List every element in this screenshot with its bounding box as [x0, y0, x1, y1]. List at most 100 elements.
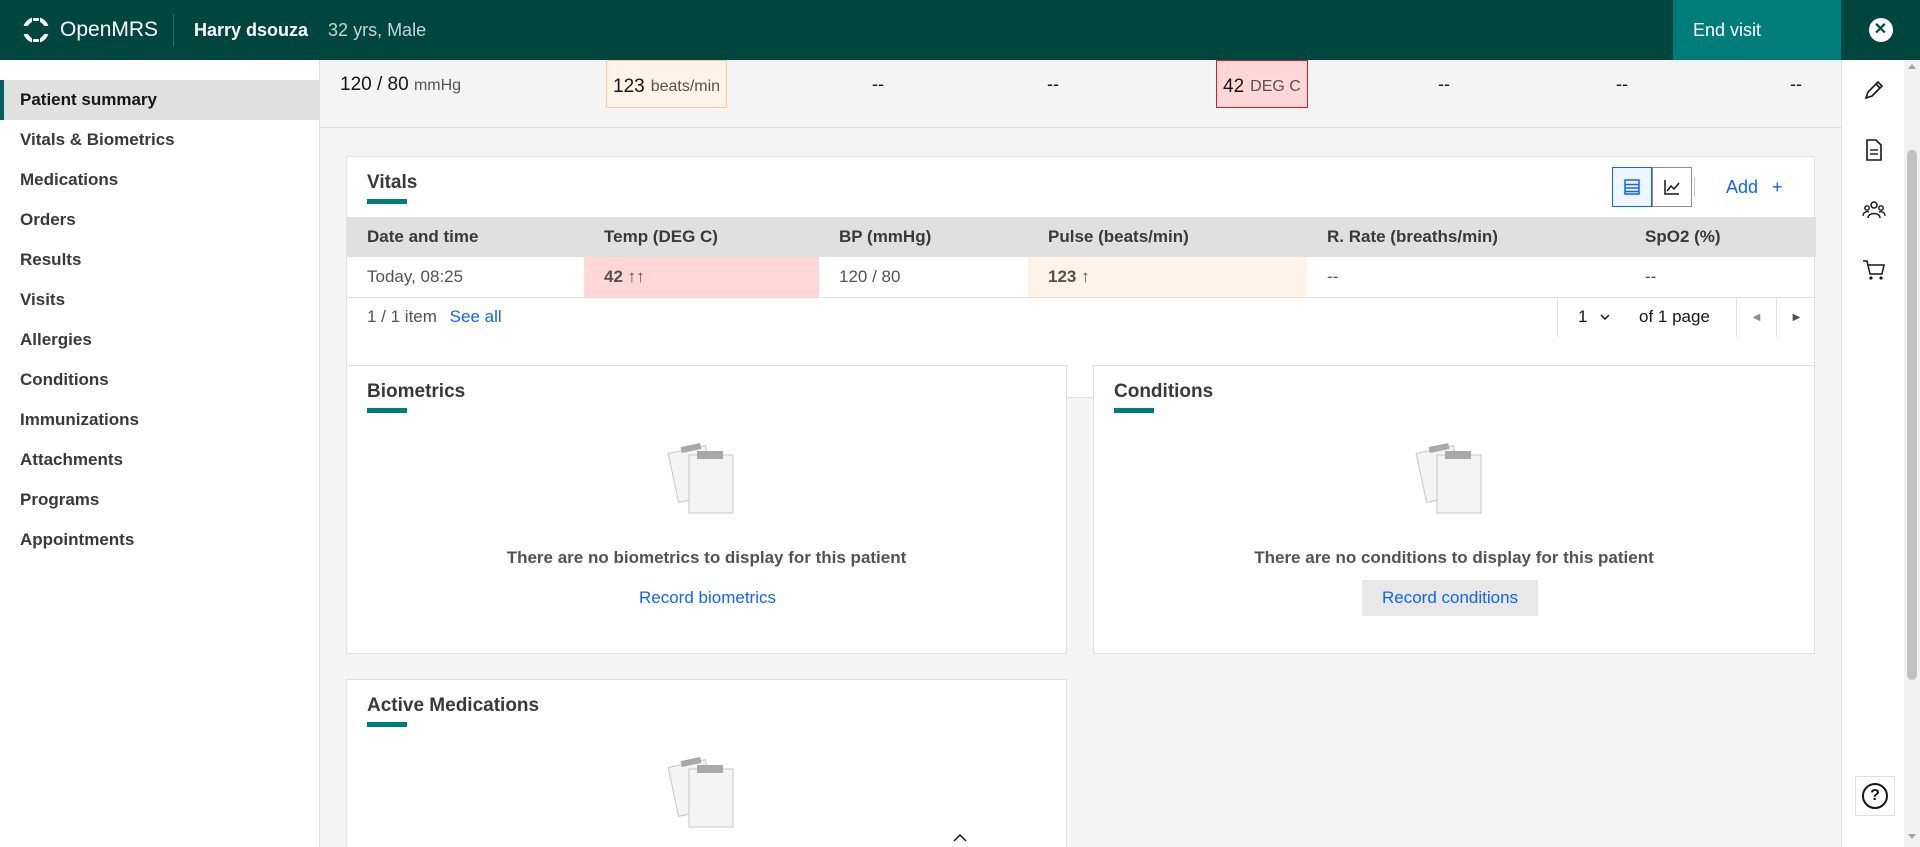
items-count: 1 / 1 item: [367, 307, 437, 326]
conditions-card-title: Conditions: [1114, 381, 1214, 402]
nav-item-vitals-biometrics[interactable]: Vitals & Biometrics: [0, 120, 319, 160]
nav-item-orders[interactable]: Orders: [0, 200, 319, 240]
patient-meta: 32 yrs, Male: [328, 19, 427, 40]
add-vitals-label: Add: [1726, 177, 1759, 197]
scroll-thumb[interactable]: [1907, 150, 1917, 680]
app-logo[interactable]: OpenMRS: [0, 0, 173, 60]
table-view-icon: [1624, 179, 1640, 195]
nav-item-appointments[interactable]: Appointments: [0, 520, 319, 560]
left-nav: Patient summary Vitals & Biometrics Medi…: [0, 60, 320, 847]
page-scrollbar[interactable]: [1904, 60, 1920, 847]
nav-item-medications[interactable]: Medications: [0, 160, 319, 200]
nav-item-immunizations[interactable]: Immunizations: [0, 400, 319, 440]
nav-item-results[interactable]: Results: [0, 240, 319, 280]
add-vitals-button[interactable]: Add +: [1726, 177, 1783, 198]
see-all-link[interactable]: See all: [450, 307, 502, 326]
cell-temp: 42 ↑↑: [584, 257, 819, 298]
table-view-button[interactable]: [1612, 167, 1652, 207]
cell-date-time: Today, 08:25: [347, 257, 584, 298]
view-toggle: [1612, 167, 1692, 207]
nav-item-patient-summary[interactable]: Patient summary: [0, 80, 319, 120]
cell-rrate: --: [1307, 257, 1625, 298]
add-icon: +: [1772, 177, 1783, 197]
conditions-card: Conditions There are no conditions to di…: [1093, 365, 1815, 654]
vitals-table-header: Date and time Temp (DEG C) BP (mmHg) Pul…: [347, 217, 1816, 257]
col-pulse: Pulse (beats/min): [1028, 217, 1307, 257]
cell-bp: 120 / 80: [819, 257, 1028, 298]
of-pages-text: of 1 page: [1639, 307, 1710, 326]
summary-dash-3: --: [1438, 74, 1450, 94]
cell-spo2: --: [1625, 257, 1816, 298]
page-select-value: 1: [1578, 307, 1588, 326]
scroll-down-arrow[interactable]: [1908, 834, 1916, 839]
document-icon[interactable]: [1862, 138, 1886, 162]
biometrics-title-underline: [367, 408, 407, 413]
nav-item-allergies[interactable]: Allergies: [0, 320, 319, 360]
right-action-rail: ?: [1841, 60, 1904, 847]
clipboard-empty-icon: [667, 442, 734, 514]
next-page-button[interactable]: ▶: [1776, 297, 1816, 337]
header-divider: [173, 14, 174, 46]
close-icon: ✕: [1868, 18, 1893, 42]
bp-value: 120 / 80: [340, 74, 409, 95]
col-bp: BP (mmHg): [819, 217, 1028, 257]
pulse-unit: beats/min: [650, 78, 721, 95]
summary-dash-1: --: [872, 74, 884, 94]
nav-item-visits[interactable]: Visits: [0, 280, 319, 320]
record-biometrics-link[interactable]: Record biometrics: [347, 588, 1068, 608]
pulse-value: 123: [613, 76, 645, 97]
vitals-table: Date and time Temp (DEG C) BP (mmHg) Pul…: [347, 217, 1816, 298]
bp-summary: 120 / 80 mmHg: [340, 74, 461, 96]
nav-item-conditions[interactable]: Conditions: [0, 360, 319, 400]
people-icon[interactable]: [1862, 198, 1886, 222]
temp-unit: DEG C: [1250, 78, 1301, 95]
top-header: OpenMRS Harry dsouza 32 yrs, Male End vi…: [0, 0, 1920, 60]
clipboard-empty-icon: [1415, 442, 1482, 514]
chevron-down-icon: [1600, 314, 1610, 321]
end-visit-button[interactable]: End visit: [1673, 0, 1841, 60]
col-date-time: Date and time: [347, 217, 584, 257]
main-content: 120 / 80 mmHg 123 beats/min -- -- 42 DEG…: [320, 60, 1841, 847]
bp-unit: mmHg: [413, 77, 462, 94]
app-name: OpenMRS: [60, 18, 159, 41]
patient-name: Harry dsouza: [194, 19, 309, 40]
conditions-empty-text: There are no conditions to display for t…: [1254, 548, 1654, 567]
toolbar-separator: [1694, 177, 1695, 197]
help-icon: ?: [1862, 783, 1888, 809]
pen-icon[interactable]: [1862, 78, 1886, 102]
summary-dash-4: --: [1616, 74, 1628, 94]
prev-page-button[interactable]: ◀: [1736, 297, 1776, 337]
medications-title-underline: [367, 722, 407, 727]
caret-left-icon: ◀: [1752, 311, 1761, 323]
nav-item-programs[interactable]: Programs: [0, 480, 319, 520]
conditions-title-underline: [1114, 408, 1154, 413]
close-workspace-button[interactable]: ✕: [1841, 0, 1920, 60]
line-chart-icon: [1664, 180, 1680, 195]
pagination: 1 / 1 item See all 1 of 1 page ◀ ▶: [347, 297, 1816, 337]
temp-summary: 42 DEG C: [1216, 60, 1308, 108]
openmrs-logo-icon: [22, 16, 50, 44]
pulse-summary: 123 beats/min: [606, 60, 728, 108]
cart-icon[interactable]: [1862, 258, 1886, 282]
chevron-up-icon[interactable]: [952, 832, 968, 844]
medications-card: Active Medications: [346, 679, 1067, 847]
clipboard-empty-icon: [667, 756, 734, 828]
help-button[interactable]: ?: [1855, 776, 1895, 816]
chart-view-button[interactable]: [1652, 167, 1692, 207]
scroll-up-arrow[interactable]: [1908, 64, 1916, 69]
page-select[interactable]: 1: [1557, 297, 1611, 337]
record-conditions-label: Record conditions: [1382, 588, 1519, 607]
biometrics-card: Biometrics There are no biometrics to di…: [346, 365, 1067, 654]
table-row: Today, 08:25 42 ↑↑ 120 / 80 123 ↑ -- --: [347, 257, 1816, 298]
vitals-card: Vitals Add + Date and time Temp (DEG C) …: [346, 156, 1816, 398]
nav-item-attachments[interactable]: Attachments: [0, 440, 319, 480]
summary-dash-5: --: [1790, 74, 1802, 94]
temp-value: 42: [1223, 76, 1245, 97]
vitals-title-underline: [367, 199, 407, 204]
cell-pulse: 123 ↑: [1028, 257, 1307, 298]
biometrics-empty-text: There are no biometrics to display for t…: [506, 548, 907, 567]
vitals-header-strip: 120 / 80 mmHg 123 beats/min -- -- 42 DEG…: [320, 60, 1841, 128]
biometrics-card-title: Biometrics: [367, 381, 466, 402]
record-conditions-button[interactable]: Record conditions: [1362, 580, 1539, 616]
summary-dash-2: --: [1047, 74, 1059, 94]
